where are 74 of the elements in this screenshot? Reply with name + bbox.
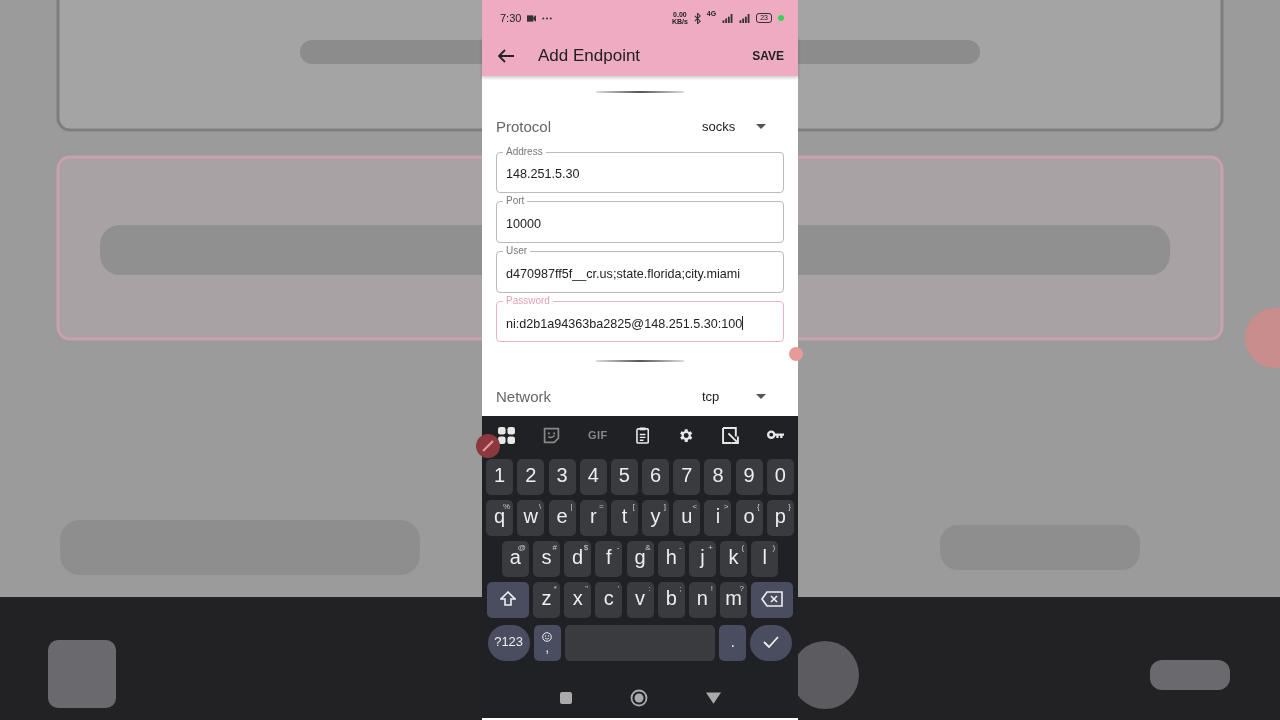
dropdown-value[interactable]: socks: [702, 119, 756, 135]
gif-button[interactable]: GIF: [587, 429, 608, 441]
save-button[interactable]: SAVE: [748, 45, 788, 67]
recents-button[interactable]: [559, 692, 572, 704]
dropdown-value[interactable]: tcp: [702, 388, 756, 404]
setting-label: Protocol: [496, 118, 553, 136]
shift-arrow-icon: [499, 590, 516, 607]
edit-bubble-icon[interactable]: [476, 434, 500, 458]
key[interactable]: 2: [517, 459, 545, 495]
status-dot: [778, 15, 784, 21]
key-hint: ?: [739, 585, 745, 593]
key-hint: #: [552, 544, 557, 552]
key-hint: }: [788, 503, 791, 511]
backspace-icon: [761, 590, 784, 607]
screen-select-icon[interactable]: [722, 426, 739, 444]
key[interactable]: 4: [579, 459, 607, 495]
key-hint: *: [553, 585, 557, 593]
key-hint: >: [723, 503, 729, 511]
key-hint: ): [772, 544, 776, 552]
key-hint: !: [710, 585, 713, 593]
period-key[interactable]: .: [719, 625, 747, 661]
key[interactable]: 5: [610, 459, 638, 495]
key-icon[interactable]: [766, 430, 784, 440]
bluetooth-icon: [693, 12, 701, 24]
key[interactable]: 6: [642, 459, 670, 495]
settings-icon[interactable]: [677, 426, 694, 444]
dropdown-caret-icon[interactable]: [756, 393, 766, 399]
key-hint: {: [757, 503, 760, 511]
key-hint: |: [570, 503, 573, 511]
key-hint: ': [617, 585, 620, 593]
key-hint: &: [645, 544, 651, 552]
key-hint: $: [583, 544, 589, 552]
key[interactable]: 3: [548, 459, 576, 495]
home-button[interactable]: [629, 689, 648, 707]
key-hint: :: [648, 585, 651, 593]
enter-key[interactable]: [750, 625, 793, 661]
clock-time: 7:30: [500, 12, 522, 24]
back-button[interactable]: [498, 49, 514, 63]
key-hint: ;: [679, 585, 682, 593]
key-hint: -: [616, 544, 620, 552]
key-hint: (: [741, 544, 745, 552]
key[interactable]: 7: [673, 459, 701, 495]
key-hint: @: [517, 544, 526, 552]
key[interactable]: 8: [704, 459, 732, 495]
video-camera-icon: [527, 14, 537, 22]
checkmark-icon: [763, 635, 780, 648]
backspace-key[interactable]: [751, 582, 794, 618]
key-hint: \: [539, 503, 542, 511]
back-arrow-icon: [498, 49, 514, 63]
key[interactable]: 9: [735, 459, 763, 495]
signal-icon: [722, 13, 734, 23]
key[interactable]: 0: [766, 459, 794, 495]
clipboard-icon[interactable]: [635, 426, 649, 444]
symbols-key[interactable]: ?123: [487, 625, 530, 661]
shift-key[interactable]: [486, 582, 529, 618]
key[interactable]: 1: [486, 459, 514, 495]
setting-label: Network: [496, 387, 552, 405]
key-hint: ]: [663, 503, 667, 511]
screen-title: Add Endpoint: [538, 46, 642, 66]
signal-icon: [739, 13, 751, 23]
smiley-icon: [542, 631, 553, 642]
key-hint: <: [692, 503, 698, 511]
key-hint: =: [599, 503, 604, 511]
key-hint: [: [632, 503, 635, 511]
key-hint: +: [708, 544, 713, 552]
emoji-key[interactable]: ,: [533, 625, 561, 661]
dropdown-caret-icon[interactable]: [756, 124, 766, 130]
sticker-icon[interactable]: [543, 426, 560, 444]
back-button[interactable]: [705, 692, 721, 704]
more-icon: [542, 16, 553, 20]
grid-icon[interactable]: [498, 426, 515, 444]
key-hint: -: [679, 544, 682, 552]
key-hint: ": [585, 585, 589, 593]
key-hint: %: [503, 503, 511, 511]
